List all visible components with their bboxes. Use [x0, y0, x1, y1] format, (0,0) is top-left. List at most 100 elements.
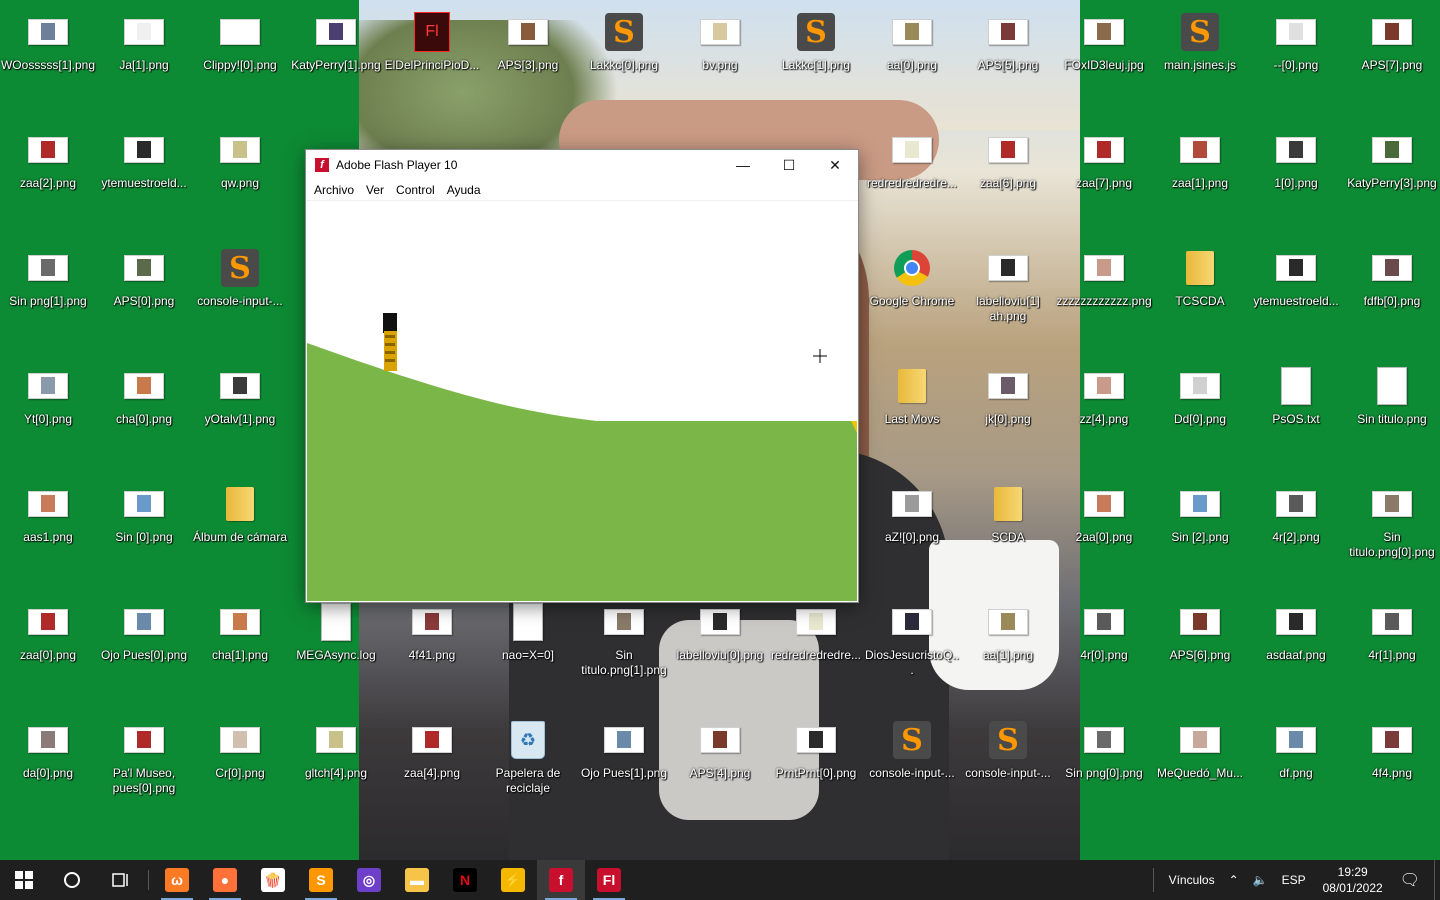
desktop-icon[interactable]: Google Chrome: [864, 236, 960, 354]
desktop-icon[interactable]: jk[0].png: [960, 354, 1056, 472]
desktop-icon[interactable]: Sin [2].png: [1152, 472, 1248, 590]
menu-control[interactable]: Control: [390, 183, 441, 197]
desktop-icon[interactable]: Sin [0].png: [96, 472, 192, 590]
notifications-icon[interactable]: 🗨: [1393, 870, 1434, 890]
desktop-icon[interactable]: aa[0].png: [864, 0, 960, 118]
desktop-icon[interactable]: ♻ Papelera de reciclaje: [480, 708, 576, 826]
desktop-icon[interactable]: labelloviu[1] ah.png: [960, 236, 1056, 354]
file-explorer-taskbar-button[interactable]: ▬: [393, 860, 441, 900]
menu-ver[interactable]: Ver: [360, 183, 390, 197]
desktop-icon[interactable]: Sin titulo.png: [1344, 354, 1440, 472]
github-taskbar-button[interactable]: ◎: [345, 860, 393, 900]
desktop-icon[interactable]: ytemuestroeld...: [1248, 236, 1344, 354]
desktop-icon[interactable]: PrntPrnt[0].png: [768, 708, 864, 826]
show-hidden-icons-chevron-up-icon[interactable]: ⌃: [1222, 873, 1246, 887]
desktop-icon[interactable]: Ja[1].png: [96, 0, 192, 118]
desktop-icon[interactable]: zaa[6].png: [960, 118, 1056, 236]
desktop-icon[interactable]: redredredredre...: [864, 118, 960, 236]
desktop-icon[interactable]: ytemuestroeld...: [96, 118, 192, 236]
desktop-icon[interactable]: zaa[0].png: [0, 590, 96, 708]
flash-stage[interactable]: [307, 201, 857, 601]
desktop-icon[interactable]: Dd[0].png: [1152, 354, 1248, 472]
task-view-button[interactable]: [96, 860, 144, 900]
desktop-icon[interactable]: 1[0].png: [1248, 118, 1344, 236]
desktop-icon[interactable]: Álbum de cámara: [192, 472, 288, 590]
desktop-icon[interactable]: zaa[4].png: [384, 708, 480, 826]
netflix-taskbar-button[interactable]: N: [441, 860, 489, 900]
desktop-icon[interactable]: Clippy![0].png: [192, 0, 288, 118]
desktop-icon[interactable]: APS[4].png: [672, 708, 768, 826]
desktop-icon[interactable]: 4r[1].png: [1344, 590, 1440, 708]
desktop-icon[interactable]: --[0].png: [1248, 0, 1344, 118]
desktop-icon[interactable]: zz[4].png: [1056, 354, 1152, 472]
firefox-taskbar-button[interactable]: ●: [201, 860, 249, 900]
desktop-icon[interactable]: Yt[0].png: [0, 354, 96, 472]
desktop-icon[interactable]: zzzzzzzzzzzz.png: [1056, 236, 1152, 354]
desktop-icon[interactable]: WOosssss[1].png: [0, 0, 96, 118]
desktop-icon[interactable]: APS[7].png: [1344, 0, 1440, 118]
flash-player-taskbar-button[interactable]: f: [537, 860, 585, 900]
desktop-icon[interactable]: S Lakkc[0].png: [576, 0, 672, 118]
desktop-icon[interactable]: MEGAsync.log: [288, 590, 384, 708]
desktop-icon[interactable]: df.png: [1248, 708, 1344, 826]
desktop-icon[interactable]: nao=X=0]: [480, 590, 576, 708]
volume-icon[interactable]: 🔈: [1246, 873, 1275, 887]
popcorn-taskbar-button[interactable]: 🍿: [249, 860, 297, 900]
desktop-icon[interactable]: KatyPerry[3].png: [1344, 118, 1440, 236]
desktop-icon[interactable]: aa[1].png: [960, 590, 1056, 708]
desktop-icon[interactable]: redredredredre...: [768, 590, 864, 708]
desktop-icon[interactable]: zaa[1].png: [1152, 118, 1248, 236]
game-scene[interactable]: [307, 201, 857, 601]
desktop-icon[interactable]: Sin titulo.png[1].png: [576, 590, 672, 708]
desktop-icon[interactable]: gltch[4].png: [288, 708, 384, 826]
desktop-icon[interactable]: labelloviu[0].png: [672, 590, 768, 708]
desktop-icon[interactable]: APS[0].png: [96, 236, 192, 354]
desktop-icon[interactable]: S Lakkc[1].png: [768, 0, 864, 118]
desktop-icon[interactable]: KatyPerry[1].png: [288, 0, 384, 118]
desktop-icon[interactable]: 2aa[0].png: [1056, 472, 1152, 590]
desktop-icon[interactable]: 4f4.png: [1344, 708, 1440, 826]
maximize-button[interactable]: ☐: [766, 150, 812, 180]
desktop-icon[interactable]: PsOS.txt: [1248, 354, 1344, 472]
desktop-icon[interactable]: asdaaf.png: [1248, 590, 1344, 708]
clock[interactable]: 19:29 08/01/2022: [1313, 864, 1393, 896]
desktop-icon[interactable]: SCDA: [960, 472, 1056, 590]
search-button[interactable]: [48, 860, 96, 900]
desktop-icon[interactable]: Ojo Pues[0].png: [96, 590, 192, 708]
xampp-taskbar-button[interactable]: ω: [153, 860, 201, 900]
desktop-icon[interactable]: Sin png[0].png: [1056, 708, 1152, 826]
desktop-icon[interactable]: zaa[7].png: [1056, 118, 1152, 236]
window-titlebar[interactable]: f Adobe Flash Player 10 — ☐ ✕: [306, 150, 858, 180]
desktop-icon[interactable]: TCSCDA: [1152, 236, 1248, 354]
desktop-icon[interactable]: APS[5].png: [960, 0, 1056, 118]
sublime-taskbar-taskbar-button[interactable]: S: [297, 860, 345, 900]
desktop-icon[interactable]: fdfb[0].png: [1344, 236, 1440, 354]
desktop-icon[interactable]: Sconsole-input-...: [960, 708, 1056, 826]
menu-ayuda[interactable]: Ayuda: [441, 183, 487, 197]
desktop-icon[interactable]: aZ![0].png: [864, 472, 960, 590]
desktop-icon[interactable]: cha[0].png: [96, 354, 192, 472]
desktop-icon[interactable]: bv.png: [672, 0, 768, 118]
close-button[interactable]: ✕: [812, 150, 858, 180]
desktop-icon[interactable]: da[0].png: [0, 708, 96, 826]
desktop-icon[interactable]: Cr[0].png: [192, 708, 288, 826]
flash-pro-taskbar-button[interactable]: Fl: [585, 860, 633, 900]
language-indicator[interactable]: ESP: [1275, 873, 1313, 887]
desktop-icon[interactable]: Sconsole-input-...: [192, 236, 288, 354]
desktop-icon[interactable]: zaa[2].png: [0, 118, 96, 236]
desktop-icon[interactable]: DiosJesucristoQ...: [864, 590, 960, 708]
desktop-icon[interactable]: 4r[0].png: [1056, 590, 1152, 708]
links-toolbar[interactable]: Vínculos: [1162, 873, 1222, 887]
desktop-icon[interactable]: 4f41.png: [384, 590, 480, 708]
start-button[interactable]: [0, 860, 48, 900]
desktop-icon[interactable]: Last Movs: [864, 354, 960, 472]
desktop-icon[interactable]: cha[1].png: [192, 590, 288, 708]
flash-player-window[interactable]: f Adobe Flash Player 10 — ☐ ✕ Archivo Ve…: [306, 150, 858, 602]
winamp-taskbar-button[interactable]: ⚡: [489, 860, 537, 900]
menu-archivo[interactable]: Archivo: [308, 183, 360, 197]
desktop-icon[interactable]: APS[3].png: [480, 0, 576, 118]
desktop-icon[interactable]: Smain.jsines.js: [1152, 0, 1248, 118]
desktop-icon[interactable]: Sconsole-input-...: [864, 708, 960, 826]
show-desktop-button[interactable]: [1434, 860, 1440, 900]
desktop-icon[interactable]: aas1.png: [0, 472, 96, 590]
